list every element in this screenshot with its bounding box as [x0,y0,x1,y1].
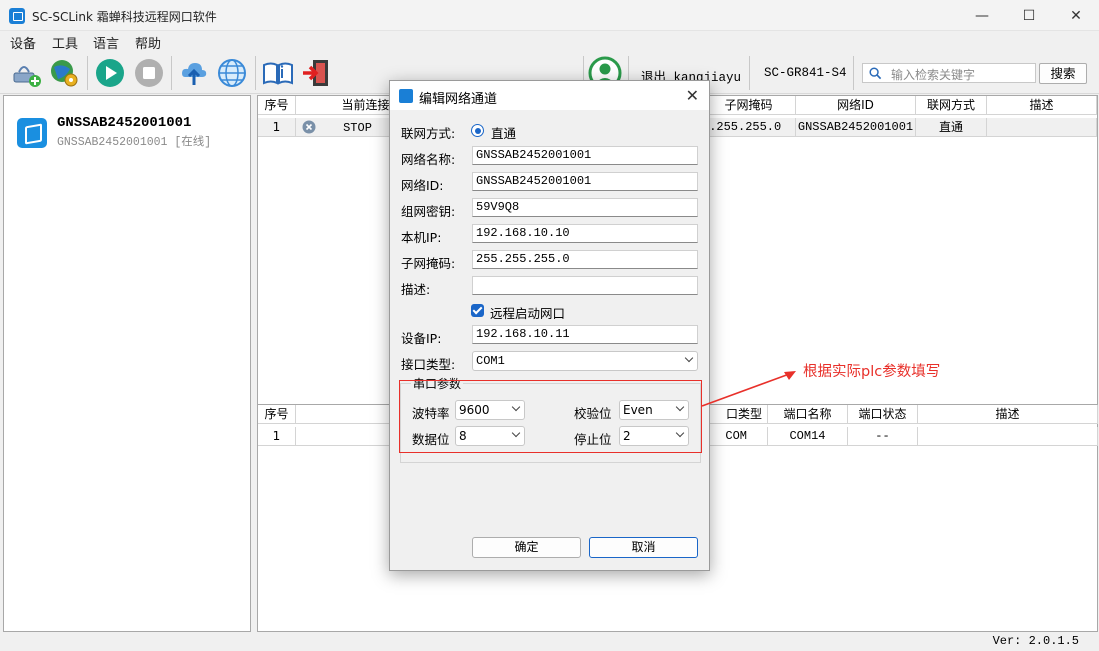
edit-network-channel-dialog: 编辑网络通道 ✕ 联网方式: 直通 网络名称: GNSSAB2452001001… [389,80,710,571]
subnet-mask-field[interactable]: 255.255.255.0 [472,250,698,269]
dialog-title-bar: 编辑网络通道 ✕ [390,81,709,110]
network-id-field[interactable]: GNSSAB2452001001 [472,172,698,191]
search-input[interactable]: 输入检索关键字 [862,63,1036,83]
port-type-select[interactable]: COM1 [472,351,698,371]
cell-index: 1 [258,118,296,137]
version-label: Ver: 2.0.1.5 [992,634,1079,648]
maximize-button[interactable]: ☐ [1006,0,1052,31]
col-description: 描述 [918,405,1098,424]
close-button[interactable]: ✕ [1053,0,1099,31]
cell-description [918,427,1098,446]
dialog-close-icon[interactable]: ✕ [686,86,699,105]
cell-description [987,118,1097,137]
menu-help[interactable]: 帮助 [135,33,161,52]
exit-icon[interactable] [300,57,332,89]
device-list-panel: GNSSAB2452001001 GNSSAB2452001001 [在线] [3,95,251,632]
description-label: 描述: [401,282,431,297]
manual-book-icon[interactable] [262,57,294,89]
cell-port-status: -- [848,427,918,446]
device-ip-label: 设备IP: [401,331,442,346]
ok-button[interactable]: 确定 [472,537,581,558]
network-name-label: 网络名称: [401,152,456,167]
device-cube-icon [17,118,47,148]
local-ip-field[interactable]: 192.168.10.10 [472,224,698,243]
remote-start-label: 远程启动网口 [490,306,566,321]
cell-subnet-mask: 5.255.255.0 [702,118,796,137]
upload-icon[interactable] [178,57,210,89]
stopped-icon [302,120,316,134]
add-device-icon[interactable] [11,57,43,89]
toolbar-separator [171,56,172,90]
device-model-label: SC-GR841-S4 [764,66,847,80]
col-index: 序号 [258,96,296,115]
menu-tools[interactable]: 工具 [52,33,78,52]
network-mode-label: 联网方式: [401,126,456,141]
search-button[interactable]: 搜索 [1039,63,1087,84]
stop-icon[interactable] [133,57,165,89]
description-field[interactable] [472,276,698,295]
device-name[interactable]: GNSSAB2452001001 [57,115,191,131]
toolbar-separator [853,56,854,90]
annotation-text: 根据实际plc参数填写 [803,364,941,380]
subnet-mask-label: 子网掩码: [401,256,456,271]
cancel-button[interactable]: 取消 [589,537,698,558]
window-title: SC-SCLink 霜蝉科技远程网口软件 [32,10,217,24]
network-key-field[interactable]: 59V9Q8 [472,198,698,217]
annotation-arrow-icon [701,371,796,407]
col-subnet-mask: 子网掩码 [702,96,796,115]
network-name-field[interactable]: GNSSAB2452001001 [472,146,698,165]
chevron-down-icon [684,353,694,363]
title-bar: SC-SCLink 霜蝉科技远程网口软件 — ☐ ✕ [0,0,1099,31]
toolbar-separator [87,56,88,90]
dialog-app-icon [399,89,413,103]
start-icon[interactable] [94,57,126,89]
cell-network-mode: 直通 [916,118,987,137]
network-globe-icon[interactable] [216,57,248,89]
search-placeholder: 输入检索关键字 [891,68,976,82]
dialog-title: 编辑网络通道 [419,92,498,107]
search-icon [869,67,882,80]
status-bar: Ver: 2.0.1.5 [0,632,1099,651]
network-key-label: 组网密钥: [401,204,456,219]
menu-device[interactable]: 设备 [10,33,36,52]
network-id-label: 网络ID: [401,178,444,193]
remote-start-checkbox[interactable] [471,304,484,317]
minimize-button[interactable]: — [959,0,1005,31]
cell-network-id: GNSSAB2452001001 [796,118,916,137]
toolbar-separator [255,56,256,90]
toolbar-separator [749,56,750,90]
app-icon [9,8,25,24]
col-index: 序号 [258,405,296,424]
menu-language[interactable]: 语言 [93,33,119,52]
col-port-status: 端口状态 [848,405,918,424]
col-network-id: 网络ID [796,96,916,115]
settings-globe-icon[interactable] [48,57,80,89]
port-type-value: COM1 [476,354,505,368]
device-status: GNSSAB2452001001 [在线] [57,136,212,149]
annotation-highlight-box [399,380,702,453]
col-network-mode: 联网方式 [916,96,987,115]
menu-bar: 设备 工具 语言 帮助 [0,31,1099,52]
device-ip-field[interactable]: 192.168.10.11 [472,325,698,344]
local-ip-label: 本机IP: [401,230,442,245]
direct-mode-radio[interactable] [471,124,484,137]
cell-index: 1 [258,427,296,446]
direct-mode-label: 直通 [491,126,517,141]
connection-state: STOP [343,121,372,135]
port-type-label: 接口类型: [401,357,456,372]
col-description: 描述 [987,96,1097,115]
cell-port-name: COM14 [768,427,848,446]
